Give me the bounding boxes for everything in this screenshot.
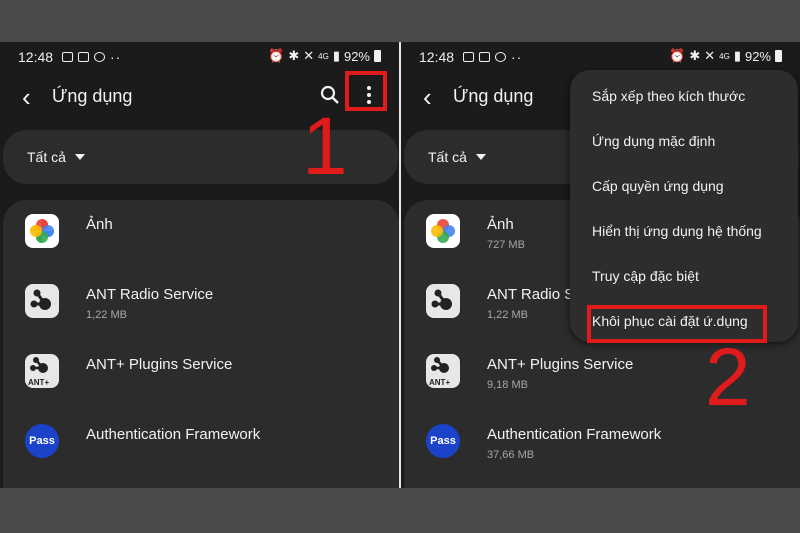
ant-plus-icon: ANT+	[25, 354, 59, 388]
alarm-icon: ⏰	[669, 48, 686, 63]
app-name: ANT+ Plugins Service	[487, 356, 634, 373]
app-size: 727 MB	[487, 239, 525, 251]
back-icon[interactable]: ‹	[423, 84, 432, 110]
app-size: 9,18 MB	[487, 379, 528, 391]
menu-item-show-system-apps[interactable]: Hiển thị ứng dụng hệ thống	[592, 223, 762, 239]
app-size: 37,66 MB	[487, 449, 535, 461]
battery-icon	[374, 50, 381, 62]
page-title: Ứng dụng	[52, 86, 133, 106]
left-screen: 12:48 ·· ⏰ ✱ ✕ 4G ▮ 92% ‹ Ứng dụng Tất c…	[0, 42, 399, 488]
system-icons: ⏰ ✱ ✕ 4G ▮ 92%	[669, 48, 782, 64]
ant-plus-badge: ANT+	[429, 378, 450, 387]
step-number-2: 2	[705, 332, 751, 423]
system-icons: ⏰ ✱ ✕ 4G ▮ 92%	[268, 48, 381, 64]
app-row-authentication[interactable]: Pass Authentication Framework	[3, 410, 399, 480]
app-list: Ảnh ANT Radio Service 1,22 MB ANT+ ANT+ …	[3, 200, 399, 488]
more-notifications-icon: ··	[511, 49, 523, 65]
right-screen: 12:48 ·· ⏰ ✱ ✕ 4G ▮ 92% ‹ Ứng dụng Tất c…	[401, 42, 800, 488]
app-row-ant-radio[interactable]: ANT Radio Service 1,22 MB	[3, 270, 399, 340]
app-name: Authentication Framework	[86, 426, 261, 443]
app-name: ANT+ Plugins Service	[86, 356, 233, 373]
app-notification-icon	[78, 52, 89, 62]
gallery-notification-icon	[463, 52, 474, 62]
status-time: 12:48	[18, 49, 54, 65]
mute-icon: ✕	[704, 48, 716, 63]
app-name: Authentication Framework	[487, 426, 662, 443]
google-photos-icon	[426, 214, 460, 248]
gallery-notification-icon	[62, 52, 73, 62]
messenger-notification-icon	[94, 52, 105, 62]
app-row-ant-plus[interactable]: ANT+ ANT+ Plugins Service	[3, 340, 399, 410]
pass-icon: Pass	[426, 424, 460, 458]
status-bar: 12:48 ·· ⏰ ✱ ✕ 4G ▮ 92%	[0, 46, 399, 68]
app-name: ANT Radio Service	[86, 286, 214, 303]
mute-icon: ✕	[303, 48, 315, 63]
overflow-menu: Sắp xếp theo kích thước Ứng dụng mặc địn…	[570, 70, 798, 342]
menu-item-special-access[interactable]: Truy cập đặc biệt	[592, 268, 699, 284]
bluetooth-icon: ✱	[288, 48, 300, 63]
bluetooth-icon: ✱	[689, 48, 701, 63]
alarm-icon: ⏰	[268, 48, 285, 63]
filter-label: Tất cả	[27, 149, 66, 165]
status-time: 12:48	[419, 49, 455, 65]
signal-icon: ▮	[332, 48, 340, 63]
battery-percent: 92%	[744, 48, 771, 64]
more-notifications-icon: ··	[110, 49, 122, 65]
menu-item-sort-by-size[interactable]: Sắp xếp theo kích thước	[592, 88, 745, 104]
app-size: 1,22 MB	[86, 309, 127, 321]
pass-badge: Pass	[430, 435, 456, 447]
ant-plus-icon: ANT+	[426, 354, 460, 388]
page-title: Ứng dụng	[453, 86, 534, 106]
more-options-highlight	[345, 71, 387, 111]
pass-icon: Pass	[25, 424, 59, 458]
menu-item-app-permissions[interactable]: Cấp quyền ứng dụng	[592, 178, 724, 194]
app-size: 1,22 MB	[487, 309, 528, 321]
network-type-label: 4G	[719, 51, 730, 61]
status-bar: 12:48 ·· ⏰ ✱ ✕ 4G ▮ 92%	[401, 46, 800, 68]
menu-item-default-apps[interactable]: Ứng dụng mặc định	[592, 133, 715, 149]
ant-radio-icon	[25, 284, 59, 318]
app-name: Ảnh	[487, 216, 514, 233]
filter-label: Tất cả	[428, 149, 467, 165]
app-row-photos[interactable]: Ảnh	[3, 200, 399, 270]
app-name: ANT Radio S	[487, 286, 575, 303]
network-type-label: 4G	[318, 51, 329, 61]
dropdown-arrow-icon	[75, 154, 85, 160]
google-photos-icon	[25, 214, 59, 248]
battery-percent: 92%	[343, 48, 370, 64]
notification-icons: ··	[62, 49, 121, 65]
pass-badge: Pass	[29, 435, 55, 447]
back-icon[interactable]: ‹	[22, 84, 31, 110]
signal-icon: ▮	[733, 48, 741, 63]
battery-icon	[775, 50, 782, 62]
app-name: Ảnh	[86, 216, 113, 233]
ant-plus-badge: ANT+	[28, 378, 49, 387]
notification-icons: ··	[463, 49, 522, 65]
step-number-1: 1	[302, 101, 348, 192]
ant-radio-icon	[426, 284, 460, 318]
dropdown-arrow-icon	[476, 154, 486, 160]
app-notification-icon	[479, 52, 490, 62]
messenger-notification-icon	[495, 52, 506, 62]
